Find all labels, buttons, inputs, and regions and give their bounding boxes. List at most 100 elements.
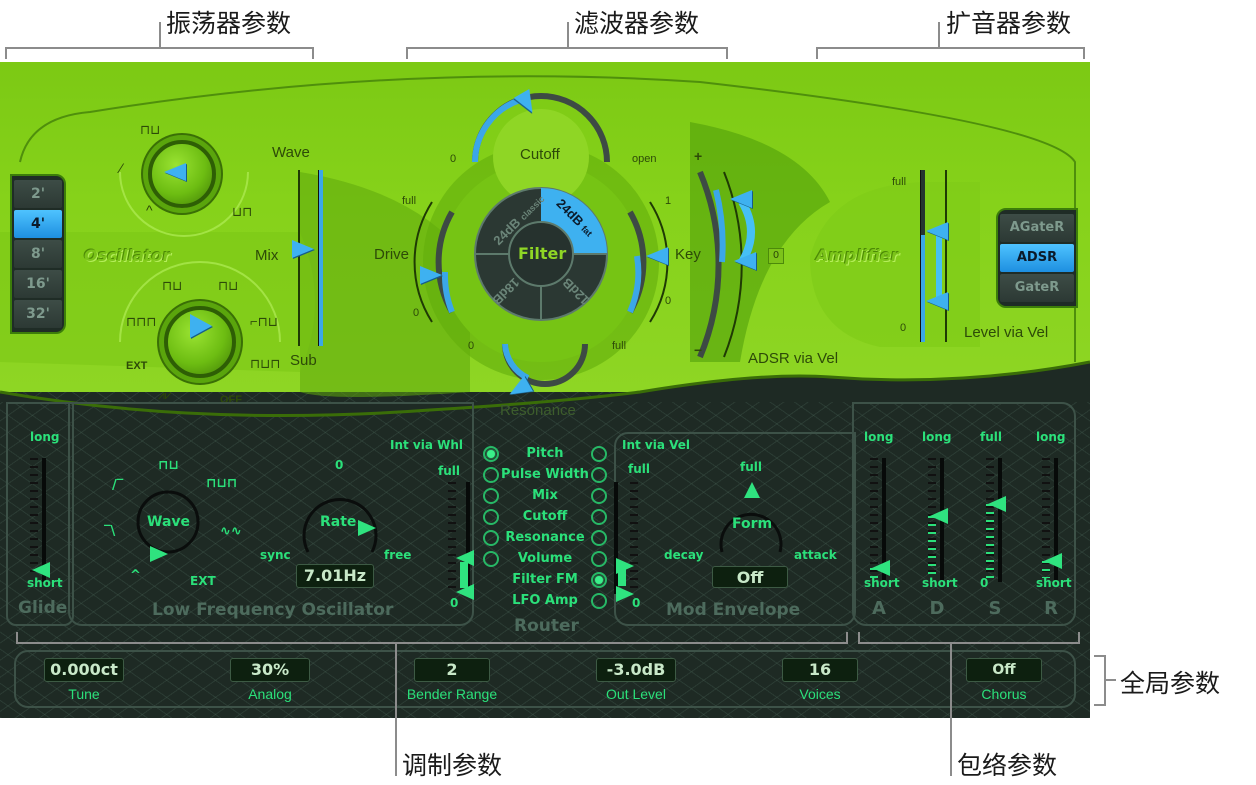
env-d-title: D: [929, 598, 945, 619]
lfo-wave-icon-random-smooth: ∿∿: [220, 524, 242, 539]
env-mode-gater[interactable]: GateR: [1000, 274, 1074, 302]
router-env-radio-pitch[interactable]: [591, 446, 607, 462]
key-label: Key: [675, 246, 701, 263]
level-via-vel-label: Level via Vel: [964, 324, 1049, 341]
env-a-max-label: long: [864, 430, 894, 444]
bracket-global: [1094, 655, 1106, 706]
octave-button-2[interactable]: 2': [14, 180, 62, 208]
analog-display[interactable]: 30%: [230, 658, 310, 682]
sub-icon-pulse: ⊓⊓⊓: [126, 314, 157, 329]
tune-label: Tune: [68, 686, 100, 702]
sub-icon-noise: ⩘⩗: [158, 388, 172, 402]
router-target-volume: Volume: [517, 551, 573, 566]
global-frame: [14, 650, 1076, 708]
env-s-slider[interactable]: [998, 458, 1002, 582]
glide-min-label: short: [27, 576, 63, 590]
octave-button-32[interactable]: 32': [14, 300, 62, 328]
osc-wave-knob-pointer: [164, 163, 186, 181]
router-target-mix: Mix: [532, 488, 558, 503]
env-r-slider-handle[interactable]: [1044, 553, 1062, 570]
mod-env-title: Mod Envelope: [666, 600, 801, 620]
sub-label: Sub: [290, 352, 317, 369]
mix-slider[interactable]: [318, 170, 323, 346]
env-s-title: S: [988, 598, 1002, 619]
key-knob-handle[interactable]: [646, 247, 668, 265]
bracket-modulation: [16, 632, 848, 644]
chorus-display[interactable]: Off: [966, 658, 1042, 682]
octave-button-16[interactable]: 16': [14, 270, 62, 298]
router-env-radio-mix[interactable]: [591, 488, 607, 504]
lfo-int-lower-handle[interactable]: [456, 584, 474, 600]
lfo-int-upper-handle[interactable]: [456, 550, 474, 566]
env-s-slider-handle[interactable]: [988, 495, 1006, 512]
wave-icon-pulse: ⊓⊔: [140, 122, 161, 137]
router-env-radio-pulse-width[interactable]: [591, 467, 607, 483]
drive-knob-handle[interactable]: [420, 266, 442, 284]
level-via-vel-upper-handle[interactable]: [926, 222, 948, 240]
form-knob-pointer[interactable]: [744, 482, 760, 498]
callout-line: [159, 22, 161, 48]
callout-filter-params: 滤波器参数: [574, 9, 700, 38]
env-d-slider-handle[interactable]: [930, 507, 948, 524]
lfo-int-min-label: 0: [450, 596, 459, 610]
env-r-max-label: long: [1036, 430, 1066, 444]
callout-oscillator-params: 振荡器参数: [166, 9, 292, 38]
level-via-vel-range: [936, 234, 942, 300]
bender-range-display[interactable]: 2: [414, 658, 490, 682]
lfo-wave-ext-label: EXT: [190, 574, 216, 588]
adsr-via-vel-upper-handle[interactable]: [730, 190, 752, 208]
mod-env-int-max-label: full: [628, 462, 650, 476]
form-max-label: full: [740, 460, 762, 474]
analog-label: Analog: [248, 686, 292, 702]
out-level-display[interactable]: -3.0dB: [596, 658, 676, 682]
lfo-rate-display[interactable]: 7.01Hz: [296, 564, 374, 588]
cutoff-min-label: 0: [450, 153, 457, 165]
sub-icon-square1: ⊓⊔: [162, 278, 183, 293]
form-attack-label: attack: [794, 548, 837, 562]
env-mode-adsr[interactable]: ADSR: [1000, 244, 1074, 272]
lfo-rate-sync-label: sync: [260, 548, 291, 562]
lfo-int-max-label: full: [438, 464, 460, 478]
adsr-via-vel-zero-button[interactable]: 0: [768, 248, 784, 264]
resonance-max-label: full: [612, 340, 627, 352]
env-d-max-label: long: [922, 430, 952, 444]
level-via-vel-lower-handle[interactable]: [926, 292, 948, 310]
lfo-rate-knob-pointer[interactable]: [358, 520, 376, 536]
callout-envelope-params: 包络参数: [957, 751, 1058, 780]
adsr-via-vel-lower-handle[interactable]: [734, 252, 756, 270]
level-min-label: 0: [900, 322, 907, 334]
lfo-frame: [68, 402, 474, 626]
es-m-synth-panel: 2' 4' 8' 16' 32' ⊓⊔ ⁄ ^ ⊔⊓ Wave Oscillat…: [0, 62, 1090, 718]
lfo-wave-label: Wave: [147, 514, 191, 530]
env-s-value-ticks: [986, 503, 994, 578]
router-env-radio-cutoff[interactable]: [591, 509, 607, 525]
callout-amplifier-params: 扩音器参数: [946, 9, 1072, 38]
mod-env-value-display[interactable]: Off: [712, 566, 788, 588]
tune-display[interactable]: 0.000ct: [44, 658, 124, 682]
octave-button-4[interactable]: 4': [14, 210, 62, 238]
mix-slider-handle[interactable]: [292, 240, 314, 258]
callout-modulation-params: 调制参数: [402, 751, 503, 780]
callout-line: [938, 22, 940, 48]
lfo-wave-knob-pointer[interactable]: [150, 546, 168, 562]
mod-env-int-upper-handle[interactable]: [616, 558, 634, 574]
voices-display[interactable]: 16: [782, 658, 858, 682]
env-mode-agater[interactable]: AGateR: [1000, 214, 1074, 242]
router-env-radio-resonance[interactable]: [591, 530, 607, 546]
router-target-lfo-amp: LFO Amp: [512, 593, 578, 608]
lfo-wave-icon-square: ⊓⊔: [158, 458, 179, 473]
router-env-radio-volume[interactable]: [591, 551, 607, 567]
env-a-title: A: [872, 598, 886, 619]
glide-ticks: [30, 458, 38, 578]
router-env-radio-filter-fm[interactable]: [591, 572, 607, 588]
router-target-resonance: Resonance: [505, 530, 585, 545]
level-via-vel-slider[interactable]: [920, 170, 925, 342]
lfo-int-ticks: [448, 482, 456, 594]
bracket-envelope: [858, 632, 1080, 644]
octave-button-8[interactable]: 8': [14, 240, 62, 268]
router-env-radio-lfo-amp[interactable]: [591, 593, 607, 609]
mod-env-int-via-vel-label: Int via Vel: [622, 438, 691, 452]
wave-icon-triangle: ^: [146, 202, 153, 218]
osc-wave-label: Wave: [272, 144, 310, 161]
env-a-slider-handle[interactable]: [872, 560, 890, 577]
